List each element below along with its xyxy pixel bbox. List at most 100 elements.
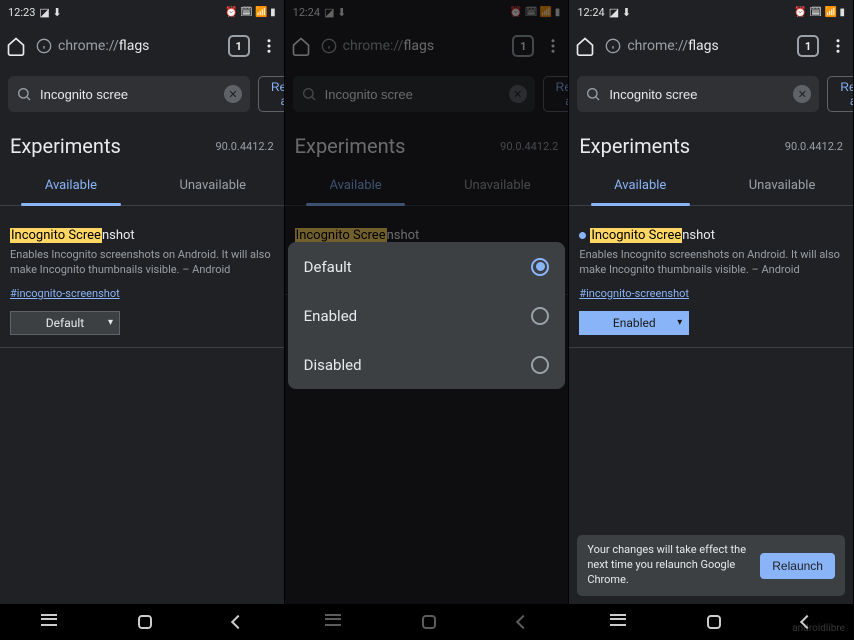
recents-button[interactable] bbox=[41, 618, 57, 626]
flag-title: Incognito Screenshot bbox=[579, 228, 843, 243]
search-input[interactable] bbox=[325, 87, 501, 102]
tabs: Available Unavailable bbox=[0, 166, 284, 206]
status-right-icons: ⏰ 🗓 📶 ▮ bbox=[794, 7, 845, 18]
reset-all-button[interactable]: Reset all bbox=[258, 76, 285, 112]
flag-dropdown[interactable]: Default bbox=[10, 311, 120, 335]
flag-title-highlight: Incognito Scree bbox=[10, 228, 102, 243]
flag-description: Enables Incognito screenshots on Android… bbox=[10, 247, 274, 278]
option-label: Enabled bbox=[304, 307, 357, 325]
tab-switcher[interactable]: 1 bbox=[228, 35, 250, 57]
tab-unavailable[interactable]: Unavailable bbox=[426, 166, 568, 205]
url-path: flags bbox=[119, 38, 150, 54]
toolbar: chrome://flags 1 bbox=[285, 24, 569, 68]
menu-icon[interactable] bbox=[829, 37, 847, 55]
option-dialog: Default Enabled Disabled bbox=[288, 242, 566, 389]
version: 90.0.4412.2 bbox=[215, 140, 273, 153]
toolbar: chrome://flags 1 bbox=[569, 24, 853, 68]
url-path: flags bbox=[403, 38, 434, 54]
page-title: Experiments bbox=[579, 134, 690, 158]
status-bar: 12:23◪ ⬇ ⏰ 🗓 📶 ▮ bbox=[0, 0, 284, 24]
home-icon[interactable] bbox=[6, 36, 26, 56]
version: 90.0.4412.2 bbox=[500, 140, 558, 153]
watermark: androidlibre bbox=[792, 623, 845, 634]
info-icon bbox=[321, 38, 337, 54]
clock: 12:24 bbox=[293, 6, 320, 19]
info-icon bbox=[605, 38, 621, 54]
relaunch-snackbar: Your changes will take effect the next t… bbox=[577, 535, 845, 596]
option-label: Disabled bbox=[304, 356, 362, 374]
tab-switcher[interactable]: 1 bbox=[797, 35, 819, 57]
home-button[interactable] bbox=[707, 615, 721, 629]
tab-available[interactable]: Available bbox=[569, 166, 711, 205]
radio-icon bbox=[531, 307, 549, 325]
clear-icon[interactable]: ✕ bbox=[224, 85, 242, 103]
flag-item: Incognito Screenshot Enables Incognito s… bbox=[0, 206, 284, 348]
tab-unavailable[interactable]: Unavailable bbox=[142, 166, 284, 205]
tab-unavailable[interactable]: Unavailable bbox=[711, 166, 853, 205]
flag-title-rest: nshot bbox=[102, 228, 135, 243]
option-disabled[interactable]: Disabled bbox=[288, 340, 566, 389]
status-left-icons: ◪ ⬇ bbox=[324, 6, 346, 19]
reset-all-button[interactable]: Reset all bbox=[543, 76, 570, 112]
url-path: flags bbox=[688, 38, 719, 54]
flag-title-highlight: Incognito Scree bbox=[295, 228, 387, 243]
android-nav bbox=[285, 604, 569, 640]
search-box[interactable]: ✕ bbox=[8, 76, 250, 112]
version: 90.0.4412.2 bbox=[785, 140, 843, 153]
url-bar[interactable]: chrome://flags bbox=[605, 38, 787, 54]
menu-icon[interactable] bbox=[544, 37, 562, 55]
page-title: Experiments bbox=[10, 134, 121, 158]
flag-hash-link[interactable]: #incognito-screenshot bbox=[579, 287, 689, 300]
radio-selected-icon bbox=[531, 258, 549, 276]
clock: 12:24 bbox=[577, 6, 604, 19]
tab-available[interactable]: Available bbox=[0, 166, 142, 205]
tab-switcher[interactable]: 1 bbox=[512, 35, 534, 57]
changed-indicator-icon bbox=[579, 232, 586, 239]
tab-available[interactable]: Available bbox=[285, 166, 427, 205]
snackbar-text: Your changes will take effect the next t… bbox=[587, 543, 750, 588]
option-label: Default bbox=[304, 258, 352, 276]
flag-title-highlight: Incognito Scree bbox=[590, 228, 682, 243]
search-icon bbox=[301, 86, 317, 102]
flag-description: Enables Incognito screenshots on Android… bbox=[579, 247, 843, 278]
search-box[interactable]: ✕ bbox=[577, 76, 819, 112]
option-default[interactable]: Default bbox=[288, 242, 566, 291]
back-button[interactable] bbox=[231, 615, 245, 629]
tabs: Available Unavailable bbox=[285, 166, 569, 206]
status-bar: 12:24◪ ⬇ ⏰ 🗓 📶 ▮ bbox=[285, 0, 569, 24]
menu-icon[interactable] bbox=[260, 37, 278, 55]
reset-all-button[interactable]: Reset all bbox=[827, 76, 854, 112]
clear-icon[interactable]: ✕ bbox=[509, 85, 527, 103]
url-scheme: chrome:// bbox=[627, 38, 688, 54]
url-scheme: chrome:// bbox=[58, 38, 119, 54]
search-input[interactable] bbox=[609, 87, 785, 102]
flag-hash-link[interactable]: #incognito-screenshot bbox=[10, 287, 120, 300]
flag-title-rest: nshot bbox=[682, 228, 715, 243]
search-input[interactable] bbox=[40, 87, 216, 102]
url-bar[interactable]: chrome://flags bbox=[36, 38, 218, 54]
back-button[interactable] bbox=[516, 615, 530, 629]
home-button[interactable] bbox=[422, 615, 436, 629]
android-nav bbox=[569, 604, 853, 640]
recents-button[interactable] bbox=[610, 618, 626, 626]
status-left-icons: ◪ ⬇ bbox=[39, 6, 61, 19]
flag-item: Incognito Screenshot Enables Incognito s… bbox=[569, 206, 853, 348]
status-bar: 12:24◪ ⬇ ⏰ 🗓 📶 ▮ bbox=[569, 0, 853, 24]
home-icon[interactable] bbox=[575, 36, 595, 56]
info-icon bbox=[36, 38, 52, 54]
tabs: Available Unavailable bbox=[569, 166, 853, 206]
relaunch-button[interactable]: Relaunch bbox=[760, 553, 835, 579]
option-enabled[interactable]: Enabled bbox=[288, 291, 566, 340]
search-box[interactable]: ✕ bbox=[293, 76, 535, 112]
clear-icon[interactable]: ✕ bbox=[793, 85, 811, 103]
status-right-icons: ⏰ 🗓 📶 ▮ bbox=[225, 7, 276, 18]
flag-title: Incognito Screenshot bbox=[10, 228, 274, 243]
search-icon bbox=[16, 86, 32, 102]
url-scheme: chrome:// bbox=[343, 38, 404, 54]
url-bar[interactable]: chrome://flags bbox=[321, 38, 503, 54]
toolbar: chrome://flags 1 bbox=[0, 24, 284, 68]
recents-button[interactable] bbox=[325, 618, 341, 626]
flag-dropdown[interactable]: Enabled bbox=[579, 311, 689, 335]
home-icon[interactable] bbox=[291, 36, 311, 56]
home-button[interactable] bbox=[138, 615, 152, 629]
